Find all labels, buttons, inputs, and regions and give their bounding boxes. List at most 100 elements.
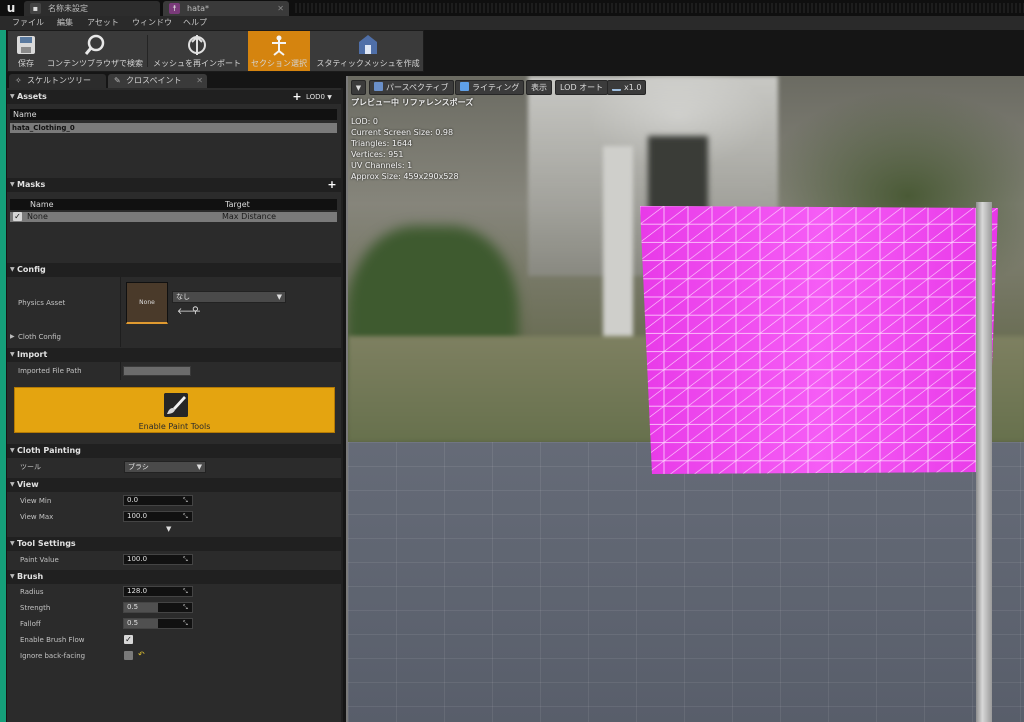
menu-window[interactable]: ウィンドウ bbox=[132, 16, 172, 30]
cloth-mesh[interactable] bbox=[640, 206, 998, 474]
list-item[interactable]: hata_Clothing_0 bbox=[10, 123, 337, 133]
cloth-painting-header[interactable]: ▼ Cloth Painting bbox=[7, 444, 341, 458]
section-select-button[interactable]: セクション選択 bbox=[248, 31, 310, 71]
tool-label: ツール bbox=[20, 463, 41, 471]
ignore-back-facing-label: Ignore back-facing bbox=[20, 652, 86, 660]
close-tab-icon[interactable]: ✕ bbox=[196, 74, 203, 88]
browse-magnifier-icon[interactable]: ⚲ bbox=[192, 306, 199, 316]
physics-asset-dropdown[interactable]: なし ▼ bbox=[172, 291, 286, 303]
skeleton-icon: ✧ bbox=[15, 76, 22, 85]
assets-column-name: Name bbox=[10, 109, 337, 120]
radius-field[interactable]: 128.0 ⤡ bbox=[123, 586, 193, 597]
spin-handle-icon[interactable]: ⤡ bbox=[183, 588, 190, 595]
collapse-arrow-icon: ▼ bbox=[10, 447, 15, 454]
spin-handle-icon[interactable]: ⤡ bbox=[183, 497, 190, 504]
mask-target: Max Distance bbox=[222, 212, 277, 221]
view-min-field[interactable]: 0.0 ⤡ bbox=[123, 495, 193, 506]
strength-value: 0.5 bbox=[127, 603, 139, 611]
import-title: Import bbox=[17, 350, 48, 359]
unreal-logo-icon[interactable]: u bbox=[3, 1, 19, 15]
static-mesh-icon bbox=[359, 35, 377, 54]
chevron-down-icon: ▼ bbox=[196, 463, 202, 471]
spin-handle-icon[interactable]: ⤡ bbox=[183, 620, 190, 627]
asset-name: hata_Clothing_0 bbox=[12, 124, 75, 132]
menu-asset[interactable]: アセット bbox=[87, 16, 119, 30]
mask-enabled-checkbox[interactable]: ✓ bbox=[13, 212, 22, 221]
expand-arrow-icon[interactable]: ▶ bbox=[10, 333, 15, 340]
tab-cloth-paint[interactable]: ✎ クロスペイント ✕ bbox=[108, 74, 207, 88]
stat-approx-size: Approx Size: 459x290x528 bbox=[351, 172, 459, 181]
show-button[interactable]: 表示 bbox=[526, 80, 552, 95]
collapse-arrow-icon: ▼ bbox=[10, 266, 15, 273]
brush-header[interactable]: ▼ Brush bbox=[7, 570, 341, 584]
strength-slider[interactable]: 0.5 ⤡ bbox=[123, 602, 193, 613]
masks-header[interactable]: ▼ Masks bbox=[7, 178, 341, 192]
document-tab-untitled[interactable]: ▪ 名称未設定 bbox=[24, 1, 160, 16]
tool-settings-header[interactable]: ▼ Tool Settings bbox=[7, 537, 341, 551]
spin-handle-icon[interactable]: ⤡ bbox=[183, 604, 190, 611]
tool-dropdown[interactable]: ブラシ ▼ bbox=[124, 461, 206, 473]
enable-paint-tools-label: Enable Paint Tools bbox=[138, 422, 211, 431]
reset-to-default-icon[interactable]: ↶ bbox=[138, 650, 145, 659]
falloff-label: Falloff bbox=[20, 620, 41, 628]
browse-content-button[interactable]: コンテンツブラウザで検索 bbox=[45, 31, 145, 71]
menu-file[interactable]: ファイル bbox=[12, 16, 44, 30]
lod-auto-button[interactable]: LOD オート bbox=[555, 80, 609, 95]
view-min-value: 0.0 bbox=[127, 496, 139, 504]
lod-auto-label: LOD オート bbox=[560, 83, 604, 92]
physics-asset-thumbnail[interactable]: None bbox=[126, 282, 168, 324]
enable-paint-tools-button[interactable]: Enable Paint Tools bbox=[14, 387, 335, 433]
imported-file-path-field[interactable] bbox=[123, 366, 191, 376]
config-title: Config bbox=[17, 265, 46, 274]
menu-edit[interactable]: 編集 bbox=[57, 16, 73, 30]
assets-list: Name hata_Clothing_0 bbox=[7, 104, 341, 176]
tab-skeleton-tree[interactable]: ✧ スケルトンツリー bbox=[9, 74, 106, 88]
playback-speed-button[interactable]: x1.0 bbox=[607, 80, 647, 95]
lighting-button[interactable]: ライティング bbox=[455, 80, 525, 95]
enable-brush-flow-checkbox[interactable]: ✓ bbox=[124, 635, 133, 644]
reimport-mesh-button[interactable]: メッシュを再インポート bbox=[149, 31, 245, 71]
expand-advanced-icon[interactable]: ▼ bbox=[166, 525, 171, 533]
tab-skeleton-tree-label: スケルトンツリー bbox=[27, 76, 91, 85]
falloff-slider[interactable]: 0.5 ⤡ bbox=[123, 618, 193, 629]
cloth-config-label[interactable]: Cloth Config bbox=[18, 332, 61, 342]
add-asset-button[interactable]: + bbox=[292, 91, 302, 102]
view-max-field[interactable]: 100.0 ⤡ bbox=[123, 511, 193, 522]
section-select-label: セクション選択 bbox=[251, 59, 307, 68]
spin-handle-icon[interactable]: ⤡ bbox=[183, 513, 190, 520]
paint-value-label: Paint Value bbox=[20, 556, 59, 564]
spin-handle-icon[interactable]: ⤡ bbox=[183, 556, 190, 563]
save-button[interactable]: 保存 bbox=[10, 31, 42, 71]
add-mask-button[interactable]: + bbox=[327, 179, 337, 190]
mask-name: None bbox=[27, 212, 48, 221]
close-tab-icon[interactable]: ✕ bbox=[277, 1, 284, 16]
lod-dropdown[interactable]: LOD0 ▼ bbox=[306, 91, 338, 103]
menu-help[interactable]: ヘルプ bbox=[183, 16, 207, 30]
make-static-mesh-button[interactable]: スタティックメッシュを作成 bbox=[313, 31, 423, 71]
perspective-icon bbox=[374, 82, 383, 91]
table-row[interactable]: ✓ None Max Distance bbox=[10, 212, 337, 222]
perspective-button[interactable]: パースペクティブ bbox=[369, 80, 454, 95]
window-edge bbox=[0, 30, 6, 722]
stat-lod: LOD: 0 bbox=[351, 117, 378, 126]
paint-brush-icon bbox=[164, 393, 188, 417]
titlebar-drag-area[interactable] bbox=[295, 3, 1024, 13]
document-tab-hata[interactable]: ☨ hata* ✕ bbox=[163, 1, 289, 16]
assets-header[interactable]: ▼ Assets bbox=[7, 90, 341, 104]
flag-pole bbox=[976, 202, 992, 722]
config-header[interactable]: ▼ Config bbox=[7, 263, 341, 277]
strength-label: Strength bbox=[20, 604, 51, 612]
viewport-options-button[interactable]: ▼ bbox=[351, 80, 366, 95]
view-body: View Min 0.0 ⤡ View Max 100.0 ⤡ ▼ bbox=[7, 492, 341, 536]
collapse-arrow-icon: ▼ bbox=[10, 573, 15, 580]
paint-value-field[interactable]: 100.0 ⤡ bbox=[123, 554, 193, 565]
tool-settings-body: Paint Value 100.0 ⤡ bbox=[7, 551, 341, 569]
reimport-icon bbox=[188, 35, 206, 55]
import-header[interactable]: ▼ Import bbox=[7, 348, 341, 362]
viewport-caption: プレビュー中 リファレンスポーズ bbox=[351, 98, 474, 107]
view-header[interactable]: ▼ View bbox=[7, 478, 341, 492]
masks-column-name: Name bbox=[30, 200, 54, 209]
collapse-arrow-icon: ▼ bbox=[10, 481, 15, 488]
ignore-back-facing-checkbox[interactable] bbox=[124, 651, 133, 660]
tool-value: ブラシ bbox=[128, 463, 149, 471]
